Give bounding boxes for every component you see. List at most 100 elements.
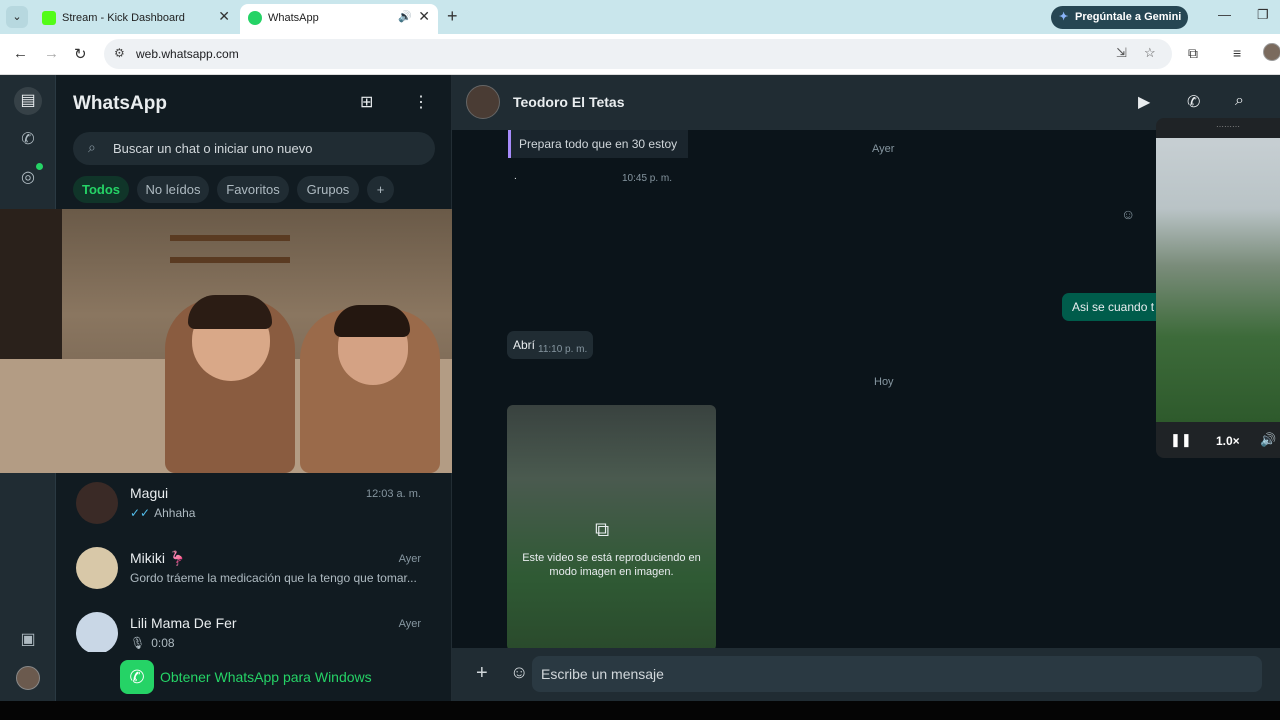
cam-shelf (170, 235, 290, 241)
media-control-icon[interactable]: ≡ (1233, 45, 1241, 61)
double-check-icon: ✓✓ (130, 506, 151, 520)
profile-avatar[interactable] (1263, 43, 1280, 61)
pause-icon[interactable]: ❚❚ (1170, 432, 1192, 448)
message-time: 10:45 p. m. (622, 173, 673, 184)
chats-icon[interactable]: ▤ (14, 87, 42, 115)
incoming-message[interactable]: Abrí 11:10 p. m. (507, 331, 593, 359)
chat-name: Lili Mama De Fer (130, 615, 237, 631)
tab-whatsapp[interactable]: WhatsApp 🔊 ✕ (240, 4, 438, 34)
new-tab-button[interactable]: + (447, 6, 458, 27)
picture-in-picture-icon: ⧉ (595, 519, 610, 541)
microphone-icon: 🎙 (130, 636, 146, 650)
pip-video-window[interactable]: ⋯⋯⋯ ❚❚ 1.0× 🔊 (1156, 118, 1280, 458)
tab-title: WhatsApp (268, 12, 319, 24)
chat-preview: Gordo tráeme la medicación que la tengo … (130, 571, 417, 585)
whatsapp-app: ▤ ✆ ◎ ▣ WhatsApp ⊞ ⋮ ⌕ Todos No leídos F… (0, 75, 1280, 701)
search-icon[interactable]: ⌕ (1235, 92, 1244, 110)
avatar (76, 482, 118, 524)
quoted-message[interactable]: Prepara todo que en 30 estoy (508, 130, 688, 158)
search-box: ⌕ (73, 132, 435, 165)
status-unread-dot (36, 163, 43, 170)
browser-toolbar: ← → ↻ ⚙ web.whatsapp.com ⇲ ☆ ⧉ ≡ (0, 34, 1280, 75)
my-profile-avatar[interactable] (16, 666, 40, 690)
taskbar-strip (0, 701, 1280, 720)
avatar (76, 547, 118, 589)
url-text: web.whatsapp.com (136, 47, 239, 61)
close-tab-icon[interactable]: ✕ (218, 8, 230, 25)
chat-preview: ✓✓ Ahhaha (130, 506, 196, 520)
chat-name: Mikiki 🦩 (130, 550, 187, 566)
playback-speed[interactable]: 1.0× (1216, 434, 1240, 448)
cam-hair (334, 305, 410, 337)
chat-row-lili[interactable]: Lili Mama De Fer Ayer 🎙 0:08 (56, 606, 451, 652)
search-icon: ⌕ (88, 139, 96, 155)
message-input[interactable] (532, 656, 1262, 692)
filter-grupos[interactable]: Grupos (297, 176, 359, 203)
menu-dots-icon[interactable]: ⋮ (413, 92, 429, 112)
new-chat-icon[interactable]: ⊞ (360, 92, 373, 112)
dot-message: . (514, 171, 517, 182)
bookmark-star-icon[interactable]: ☆ (1144, 45, 1156, 61)
whatsapp-logo-icon: ✆ (120, 660, 154, 694)
install-app-icon[interactable]: ⇲ (1116, 45, 1127, 61)
reaction-emoji-icon[interactable]: ☺ (1121, 206, 1135, 222)
chat-row-magui[interactable]: Magui 12:03 a. m. ✓✓ Ahhaha (56, 476, 451, 541)
drag-handle-icon[interactable]: ⋯⋯⋯ (1216, 122, 1256, 131)
volume-icon[interactable]: 🔊 (1260, 432, 1276, 448)
calls-icon[interactable]: ✆ (14, 126, 42, 154)
extensions-icon[interactable]: ⧉ (1188, 45, 1198, 62)
site-settings-icon[interactable]: ⚙ (114, 46, 125, 60)
attach-plus-icon[interactable]: + (476, 662, 488, 685)
get-app-label: Obtener WhatsApp para Windows (160, 669, 372, 685)
media-gallery-icon[interactable]: ▣ (14, 626, 42, 654)
app-title: WhatsApp (73, 93, 167, 114)
kick-favicon-icon (42, 11, 56, 25)
audio-playing-icon[interactable]: 🔊 (398, 10, 412, 23)
date-separator: Ayer (872, 143, 895, 155)
get-windows-app-banner[interactable]: ✆ Obtener WhatsApp para Windows (56, 657, 451, 701)
chat-name: Magui (130, 485, 169, 501)
chat-row-mikiki[interactable]: Mikiki 🦩 Ayer Gordo tráeme la medicación… (56, 541, 451, 606)
cam-shelf (170, 257, 290, 263)
contact-avatar[interactable] (466, 85, 500, 119)
pip-notice: Este video se está reproduciendo en modo… (522, 552, 701, 578)
close-tab-icon[interactable]: ✕ (418, 8, 430, 25)
tab-kick-dashboard[interactable]: Stream - Kick Dashboard ✕ (34, 4, 238, 34)
add-filter-button[interactable]: + (367, 176, 394, 203)
pip-controls: ❚❚ 1.0× 🔊 (1156, 426, 1280, 458)
tab-search-button[interactable]: ⌄ (6, 6, 28, 28)
message-composer: + ☺ (452, 648, 1280, 701)
filter-favoritos[interactable]: Favoritos (217, 176, 289, 203)
message-time: 11:10 p. m. (538, 344, 588, 355)
forward-arrow-icon[interactable]: → (44, 45, 59, 62)
filter-todos[interactable]: Todos (73, 176, 129, 203)
message-text: Abrí (513, 338, 536, 352)
back-arrow-icon[interactable]: ← (13, 45, 28, 62)
whatsapp-favicon-icon (248, 11, 262, 25)
minimize-icon[interactable]: — (1218, 7, 1231, 22)
maximize-icon[interactable]: ❐ (1257, 7, 1269, 23)
chat-time: 12:03 a. m. (365, 488, 421, 500)
gemini-button[interactable]: ✦ Pregúntale a Gemini (1051, 6, 1188, 29)
video-message[interactable]: ⧉ Este video se está reproduciendo en mo… (507, 405, 716, 651)
outgoing-message[interactable]: Asi se cuando t (1062, 293, 1165, 321)
voice-call-icon[interactable]: ✆ (1187, 92, 1200, 112)
cam-hair (188, 295, 272, 329)
pip-video-frame[interactable] (1156, 138, 1280, 422)
gemini-label: Pregúntale a Gemini (1075, 11, 1182, 23)
avatar (76, 612, 118, 652)
emoji-sticker-icon[interactable]: ☺ (510, 662, 528, 683)
chat-time: Ayer (398, 618, 421, 630)
contact-name[interactable]: Teodoro El Tetas (513, 94, 625, 110)
browser-tabstrip: ⌄ Stream - Kick Dashboard ✕ WhatsApp 🔊 ✕… (0, 0, 1280, 34)
chat-time: Ayer (398, 553, 421, 565)
reload-icon[interactable]: ↻ (74, 45, 87, 63)
webcam-overlay (0, 209, 470, 473)
filter-no-leidos[interactable]: No leídos (137, 176, 209, 203)
address-bar[interactable]: ⚙ web.whatsapp.com ⇲ ☆ (104, 39, 1172, 69)
search-input[interactable] (113, 132, 423, 165)
gemini-sparkle-icon: ✦ (1059, 11, 1069, 23)
date-separator: Hoy (874, 376, 894, 388)
video-call-icon[interactable]: ▶ (1138, 92, 1150, 112)
tab-title: Stream - Kick Dashboard (62, 12, 185, 24)
